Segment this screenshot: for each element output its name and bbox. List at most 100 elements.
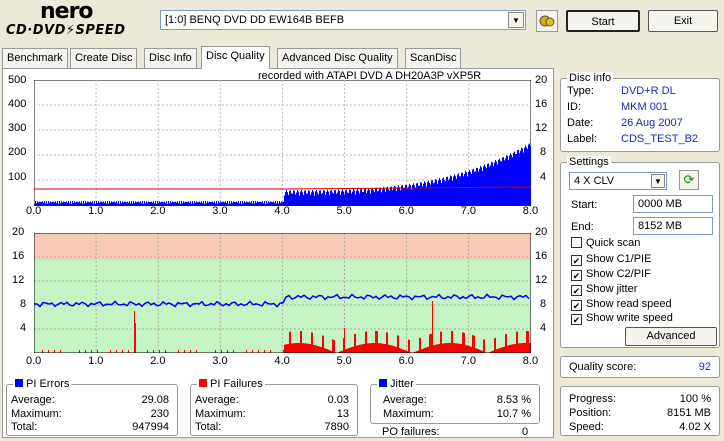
pi-failures-chart (34, 233, 531, 353)
x-tick-5.0: 5.0 (336, 205, 352, 217)
pie-total-value: 947994 (132, 421, 169, 433)
y1r-tick-20: 20 (535, 74, 548, 86)
checkmark-icon[interactable]: ✔ (571, 314, 582, 325)
pie-avg-label: Average: (11, 394, 55, 406)
tab-scandisc[interactable]: ScanDisc (405, 48, 462, 68)
show-c2-label: Show C2/PIF (586, 268, 651, 280)
advanced-button[interactable]: Advanced (625, 327, 717, 346)
y1-tick-200: 200 (8, 146, 27, 158)
pie-max-label: Maximum: (11, 408, 62, 420)
progress-box: Progress: 100 % Position: 8151 MB Speed:… (560, 386, 720, 436)
pif-avg-value: 0.03 (327, 394, 349, 406)
quality-score-box: Quality score: 92 (560, 356, 720, 378)
checkmark-icon[interactable]: ✔ (571, 255, 582, 266)
chevron-down-icon[interactable]: ▼ (651, 174, 665, 188)
y2r-tick-8: 8 (540, 298, 547, 310)
exit-button[interactable]: Exit (648, 10, 718, 32)
x-tick-2.0: 2.0 (150, 205, 166, 217)
tab-disc-quality[interactable]: Disc Quality (201, 46, 270, 69)
checkmark-icon[interactable]: ✔ (571, 270, 582, 281)
show-write-speed-checkbox[interactable]: ✔ Show write speed (571, 312, 673, 325)
quality-score-label: Quality score: (569, 361, 637, 373)
disc-info-group: Disc info Type: DVD+R DL ID: MKM 001 Dat… (560, 72, 720, 152)
checkbox-unchecked[interactable] (571, 237, 582, 248)
label-value: CDS_TEST_B2 (621, 133, 699, 145)
show-jitter-checkbox[interactable]: ✔ Show jitter (571, 283, 637, 296)
position-label: Position: (569, 407, 612, 419)
show-c1-checkbox[interactable]: ✔ Show C1/PIE (571, 253, 651, 266)
pi-failures-title-text: PI Failures (210, 378, 263, 390)
blue-square-icon (379, 379, 387, 387)
show-c2-checkbox[interactable]: ✔ Show C2/PIF (571, 268, 651, 281)
pi-errors-title-text: PI Errors (26, 378, 70, 390)
y2-tick-20: 20 (12, 226, 25, 238)
y2-tick-12: 12 (12, 274, 25, 286)
quick-scan-label: Quick scan (586, 237, 641, 249)
x-tick-0.0: 0.0 (26, 355, 42, 367)
tab-create-disc[interactable]: Create Disc (70, 48, 138, 68)
blue-square-icon (15, 379, 23, 387)
x-tick-3.0: 3.0 (212, 205, 228, 217)
date-label: Date: (567, 117, 594, 129)
jitter-title: Jitter (377, 378, 416, 390)
pif-avg-label: Average: (195, 394, 239, 406)
id-value: MKM 001 (621, 101, 669, 113)
show-read-speed-checkbox[interactable]: ✔ Show read speed (571, 298, 672, 311)
drive-select-value: [1:0] BENQ DVD DD EW164B BEFB (165, 14, 345, 26)
show-write-speed-label: Show write speed (586, 312, 673, 324)
red-square-icon (199, 379, 207, 387)
disc-info-title: Disc info (567, 72, 614, 84)
pi-errors-group: PI Errors Average: 29.08 Maximum: 230 To… (6, 378, 178, 436)
x-tick-2.0: 2.0 (150, 355, 166, 367)
y1r-tick-8: 8 (540, 146, 547, 158)
x-tick-5.0: 5.0 (336, 355, 352, 367)
drive-select[interactable]: [1:0] BENQ DVD DD EW164B BEFB ▼ (160, 10, 526, 30)
id-label: ID: (567, 101, 582, 113)
y2r-tick-4: 4 (540, 322, 547, 334)
quality-score-value: 92 (698, 361, 711, 373)
x-tick-6.0: 6.0 (398, 355, 414, 367)
pie-avg-value: 29.08 (141, 394, 169, 406)
y2-tick-8: 8 (20, 298, 27, 310)
logo-text: nero (40, 0, 94, 24)
pie-total-label: Total: (11, 421, 38, 433)
pie-max-value: 230 (150, 408, 169, 420)
x-tick-6.0: 6.0 (398, 205, 414, 217)
settings-group: Settings 4 X CLV ▼ ⟳ Start: 0000 MB End:… (560, 156, 720, 348)
start-button[interactable]: Start (566, 10, 640, 32)
pif-total-label: Total: (195, 421, 222, 433)
refresh-icon[interactable]: ⟳ (679, 170, 699, 190)
progress-label: Progress: (569, 393, 617, 405)
disc-tools-icon (539, 15, 555, 27)
speed-select[interactable]: 4 X CLV ▼ (569, 172, 667, 190)
show-jitter-label: Show jitter (586, 283, 638, 295)
pi-errors-title: PI Errors (13, 378, 72, 390)
start-field[interactable]: 0000 MB (633, 195, 713, 213)
tab-benchmark[interactable]: Benchmark (2, 48, 68, 68)
progress-value: 100 % (679, 393, 711, 405)
jitter-avg-label: Average: (383, 394, 427, 406)
end-field[interactable]: 8152 MB (633, 217, 713, 235)
checkmark-icon[interactable]: ✔ (571, 285, 582, 296)
x-tick-4.0: 4.0 (274, 205, 290, 217)
jitter-title-text: Jitter (390, 378, 414, 390)
quick-scan-checkbox[interactable]: Quick scan (571, 237, 640, 249)
drive-info-button[interactable] (536, 10, 558, 32)
tab-advanced-disc-quality[interactable]: Advanced Disc Quality (277, 48, 398, 68)
date-value: 26 Aug 2007 (621, 117, 683, 129)
checkmark-icon[interactable]: ✔ (571, 300, 582, 311)
y1-tick-100: 100 (8, 171, 27, 183)
x-tick-3.0: 3.0 (212, 355, 228, 367)
y2-tick-4: 4 (20, 322, 27, 334)
chevron-down-icon[interactable]: ▼ (508, 12, 524, 28)
tab-disc-info[interactable]: Disc Info (144, 48, 197, 68)
y1-tick-300: 300 (8, 122, 27, 134)
pif-max-value: 13 (336, 408, 349, 420)
nero-logo: nero CD·DVD⚡SPEED (4, 0, 154, 42)
jitter-max-value: 10.7 % (496, 408, 531, 420)
label-label: Label: (567, 133, 597, 145)
end-field-value: 8152 MB (638, 220, 683, 232)
y2r-tick-20: 20 (535, 226, 548, 238)
start-field-value: 0000 MB (638, 198, 683, 210)
y1r-tick-4: 4 (540, 171, 547, 183)
